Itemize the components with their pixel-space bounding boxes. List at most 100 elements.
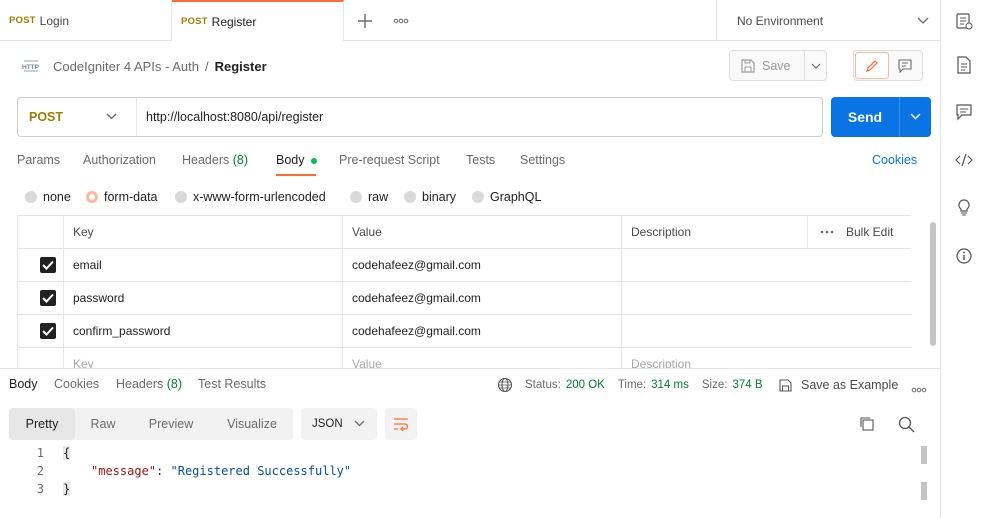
table-row-key[interactable]: email: [64, 249, 343, 282]
tab-tests[interactable]: Tests: [466, 153, 495, 167]
tab-register[interactable]: POST Register: [172, 0, 344, 41]
body-active-dot: [310, 157, 317, 164]
checkbox-checked[interactable]: [40, 257, 56, 273]
environment-label: No Environment: [737, 13, 824, 28]
code-scrollbar-bottom[interactable]: [921, 482, 927, 500]
radio-raw[interactable]: raw: [350, 190, 388, 204]
tab-body[interactable]: Body: [276, 153, 317, 167]
tab-label: Login: [39, 13, 70, 28]
response-tab-headers[interactable]: Headers (8): [116, 377, 182, 391]
radio-form-data[interactable]: form-data: [86, 190, 158, 204]
tab-prerequest-script[interactable]: Pre-request Script: [339, 153, 440, 167]
view-visualize[interactable]: Visualize: [211, 408, 293, 440]
table-row-key[interactable]: password: [64, 282, 343, 315]
new-description-input[interactable]: Description: [622, 348, 911, 368]
cookies-link[interactable]: Cookies: [872, 153, 917, 167]
globe-icon[interactable]: [497, 377, 513, 393]
view-preview[interactable]: Preview: [131, 408, 211, 440]
lightbulb-icon[interactable]: [955, 198, 973, 216]
bulk-edit-link[interactable]: Bulk Edit: [846, 225, 893, 239]
new-key-input[interactable]: Key: [64, 348, 343, 368]
check-icon: [42, 260, 54, 270]
right-sidebar: [940, 0, 992, 518]
code-scrollbar-top[interactable]: [921, 446, 927, 464]
api-doc-icon[interactable]: [955, 12, 973, 30]
new-tab-icon[interactable]: [356, 12, 374, 30]
url-input[interactable]: http://localhost:8080/api/register: [137, 110, 323, 124]
table-row-value[interactable]: codehafeez@gmail.com: [343, 249, 622, 282]
save-as-example-button[interactable]: Save as Example: [778, 376, 898, 394]
save-button-group: Save: [729, 50, 827, 81]
view-raw[interactable]: Raw: [75, 408, 131, 440]
time-value[interactable]: 314 ms: [651, 379, 689, 391]
checkbox-checked[interactable]: [40, 290, 56, 306]
checkbox-checked[interactable]: [40, 323, 56, 339]
table-scrollbar[interactable]: [930, 222, 936, 346]
radio-none[interactable]: none: [25, 190, 71, 204]
search-icon[interactable]: [898, 416, 915, 436]
save-icon: [779, 378, 792, 392]
table-row-value[interactable]: codehafeez@gmail.com: [343, 315, 622, 348]
http-icon: HTTP: [21, 57, 41, 75]
comment-icon: [898, 58, 912, 73]
documentation-icon[interactable]: [955, 56, 973, 74]
table-row-checkbox[interactable]: [18, 282, 64, 315]
table-row-checkbox[interactable]: [18, 315, 64, 348]
edit-mode-button[interactable]: [855, 52, 889, 79]
copy-icon[interactable]: [859, 416, 875, 435]
comments-icon[interactable]: [955, 103, 973, 121]
tab-authorization[interactable]: Authorization: [83, 153, 156, 167]
breadcrumb-request[interactable]: Register: [215, 59, 267, 74]
radio-label: GraphQL: [490, 190, 542, 204]
save-button[interactable]: Save: [730, 51, 804, 80]
save-dropdown[interactable]: [804, 51, 826, 80]
new-value-input[interactable]: Value: [343, 348, 622, 368]
environment-selector[interactable]: No Environment: [716, 0, 940, 41]
table-row-checkbox[interactable]: [18, 249, 64, 282]
send-dropdown[interactable]: [899, 97, 931, 137]
tab-login[interactable]: POST Login: [0, 0, 172, 41]
response-more-icon[interactable]: [911, 382, 927, 396]
format-select[interactable]: JSON: [301, 408, 377, 440]
response-tab-body[interactable]: Body: [9, 377, 38, 391]
size-value[interactable]: 374 B: [732, 379, 762, 391]
comment-mode-button[interactable]: [889, 51, 922, 80]
chevron-down-icon: [910, 113, 921, 120]
table-row-description[interactable]: [622, 249, 911, 282]
status-value[interactable]: 200 OK: [566, 379, 605, 391]
table-row-description[interactable]: [622, 315, 911, 348]
table-row-key[interactable]: confirm_password: [64, 315, 343, 348]
table-row-value[interactable]: codehafeez@gmail.com: [343, 282, 622, 315]
tab-headers[interactable]: Headers (8): [182, 153, 248, 167]
method-select[interactable]: POST: [18, 98, 137, 136]
tab-settings[interactable]: Settings: [520, 153, 565, 167]
info-icon[interactable]: [955, 247, 973, 265]
form-data-table: Key Value Description Bulk Edit email co…: [17, 215, 911, 368]
request-tab-bar: POST Login POST Register No Environment: [0, 0, 940, 41]
radio-binary[interactable]: binary: [404, 190, 456, 204]
radio-dot: [404, 191, 416, 203]
more-tabs-icon[interactable]: [392, 14, 410, 28]
radio-x-www-form-urlencoded[interactable]: x-www-form-urlencoded: [175, 190, 326, 204]
response-meta: Status: 200 OK Time: 314 ms Size: 374 B: [497, 376, 783, 394]
breadcrumb-collection[interactable]: CodeIgniter 4 APIs - Auth: [53, 59, 199, 74]
code-snippet-icon[interactable]: [955, 151, 973, 169]
check-icon: [42, 293, 54, 303]
radio-graphql[interactable]: GraphQL: [472, 190, 541, 204]
response-code-editor[interactable]: 1 2 3 { "message": "Registered Successfu…: [0, 446, 920, 518]
send-button[interactable]: Send: [831, 97, 899, 137]
view-pretty[interactable]: Pretty: [9, 408, 75, 440]
header-checkbox-col: [18, 216, 64, 249]
chevron-down-icon: [917, 17, 929, 24]
table-row-description[interactable]: [622, 282, 911, 315]
tab-params[interactable]: Params: [17, 153, 60, 167]
format-value: JSON: [312, 418, 343, 430]
response-tab-cookies[interactable]: Cookies: [54, 377, 99, 391]
chevron-down-icon: [106, 113, 117, 120]
more-options-icon[interactable]: [820, 229, 834, 235]
size-label: Size:: [701, 379, 728, 391]
wrap-lines-button[interactable]: [385, 408, 417, 440]
code-close-brace: }: [63, 482, 71, 496]
response-tab-test-results[interactable]: Test Results: [198, 377, 266, 391]
json-colon: :: [156, 464, 164, 478]
